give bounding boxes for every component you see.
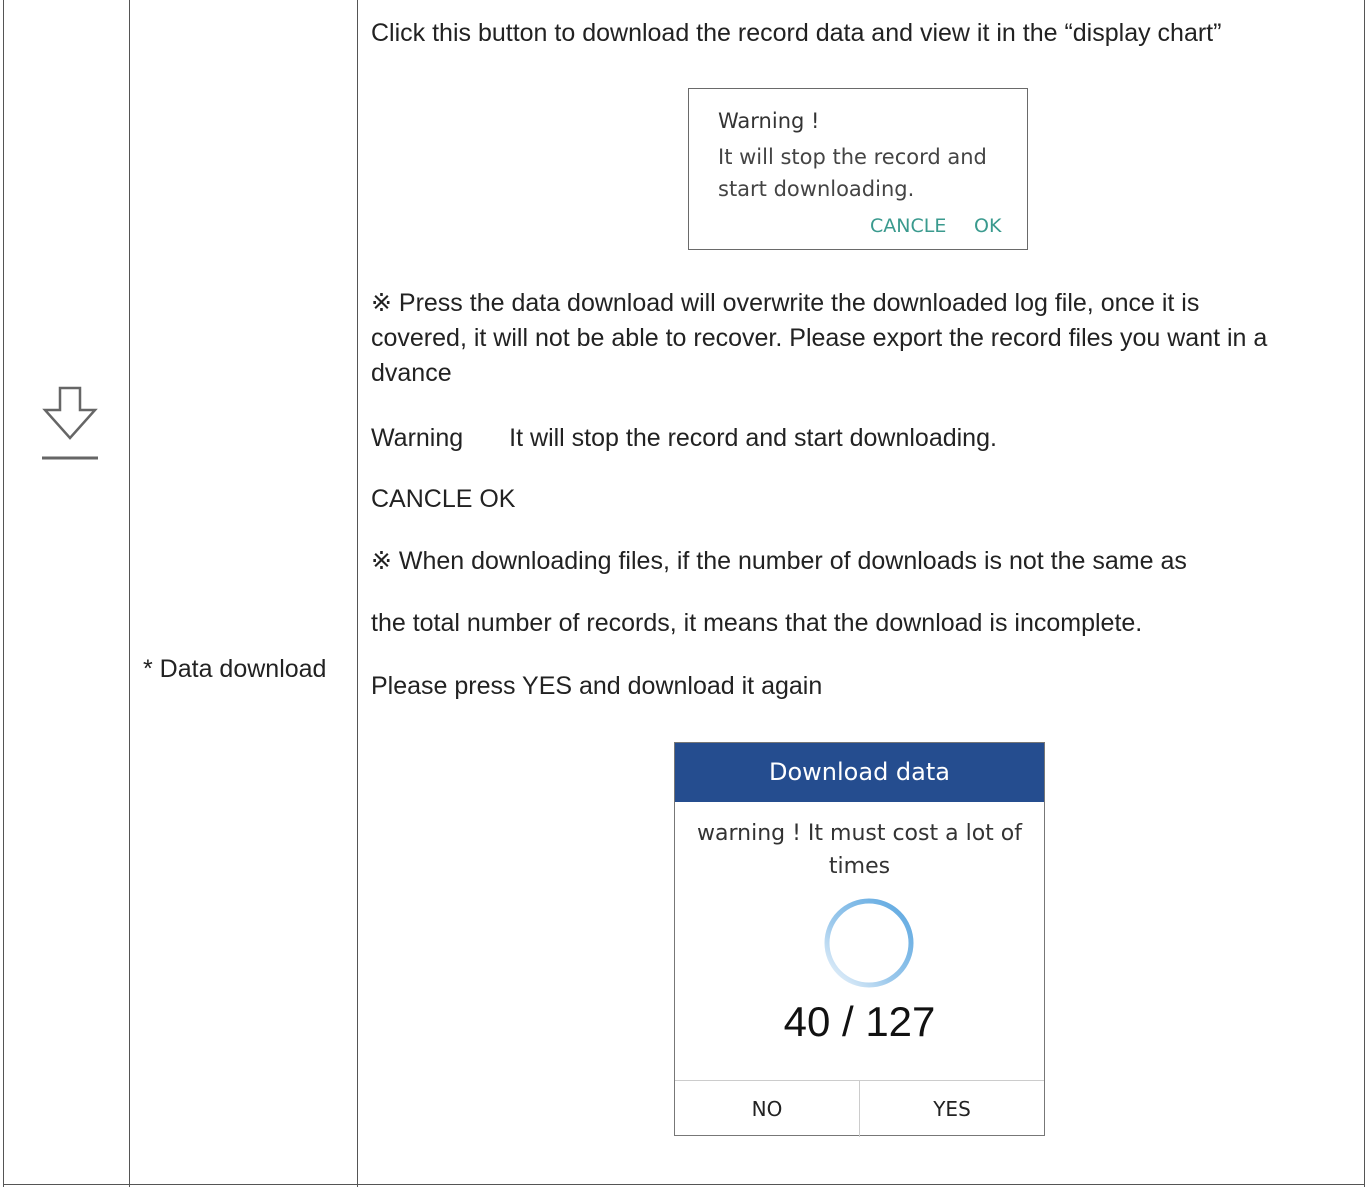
description-intro: Click this button to download the record… [371,19,1222,47]
warning-text: It will stop the record and start downlo… [509,424,997,452]
loading-spinner-icon [824,898,914,988]
icon-cell [4,0,129,1187]
function-name-cell: * Data download [133,0,359,1187]
yes-button[interactable]: YES [860,1081,1044,1137]
download-progress-count: 40 / 127 [783,998,936,1045]
warning-dialog: Warning ! It will stop the record and st… [688,88,1028,250]
column-divider [129,0,130,1187]
warning-dialog-body-line: start downloading. [718,177,915,201]
ok-button[interactable]: OK [974,215,1001,237]
warning-dialog-title: Warning ! [718,109,820,133]
download-data-dialog: Download data warning ! It must cost a l… [674,742,1045,1137]
incomplete-note-line: the total number of records, it means th… [371,609,1143,637]
download-dialog-warning-line: times [828,854,891,879]
overwrite-note-line: ※ Press the data download will overwrite… [371,289,1200,317]
warning-dialog-body: It will stop the record and start downlo… [718,141,1018,205]
no-button[interactable]: NO [675,1081,860,1137]
download-dialog-title: Download data [675,743,1044,802]
incomplete-note-line: Please press YES and download it again [371,672,823,700]
warning-label: Warning [371,424,464,452]
incomplete-note-line: ※ When downloading files, if the number … [371,547,1187,575]
download-dialog-warning-line: warning ! It must cost a lot of [697,821,1022,846]
warning-dialog-body-line: It will stop the record and [718,145,987,169]
download-dialog-footer: NO YES [675,1080,1044,1137]
download-dialog-warning: warning ! It must cost a lot of times [675,817,1044,883]
overwrite-note-line: dvance [371,359,452,387]
buttons-description: CANCLE OK [371,485,516,513]
overwrite-note-line: covered, it will not be able to recover.… [371,324,1268,352]
function-name-label: * Data download [143,655,327,683]
cancel-button[interactable]: CANCLE [870,215,946,237]
download-arrow-icon [42,386,98,460]
warning-description: Warning It will stop the record and start… [371,423,997,453]
